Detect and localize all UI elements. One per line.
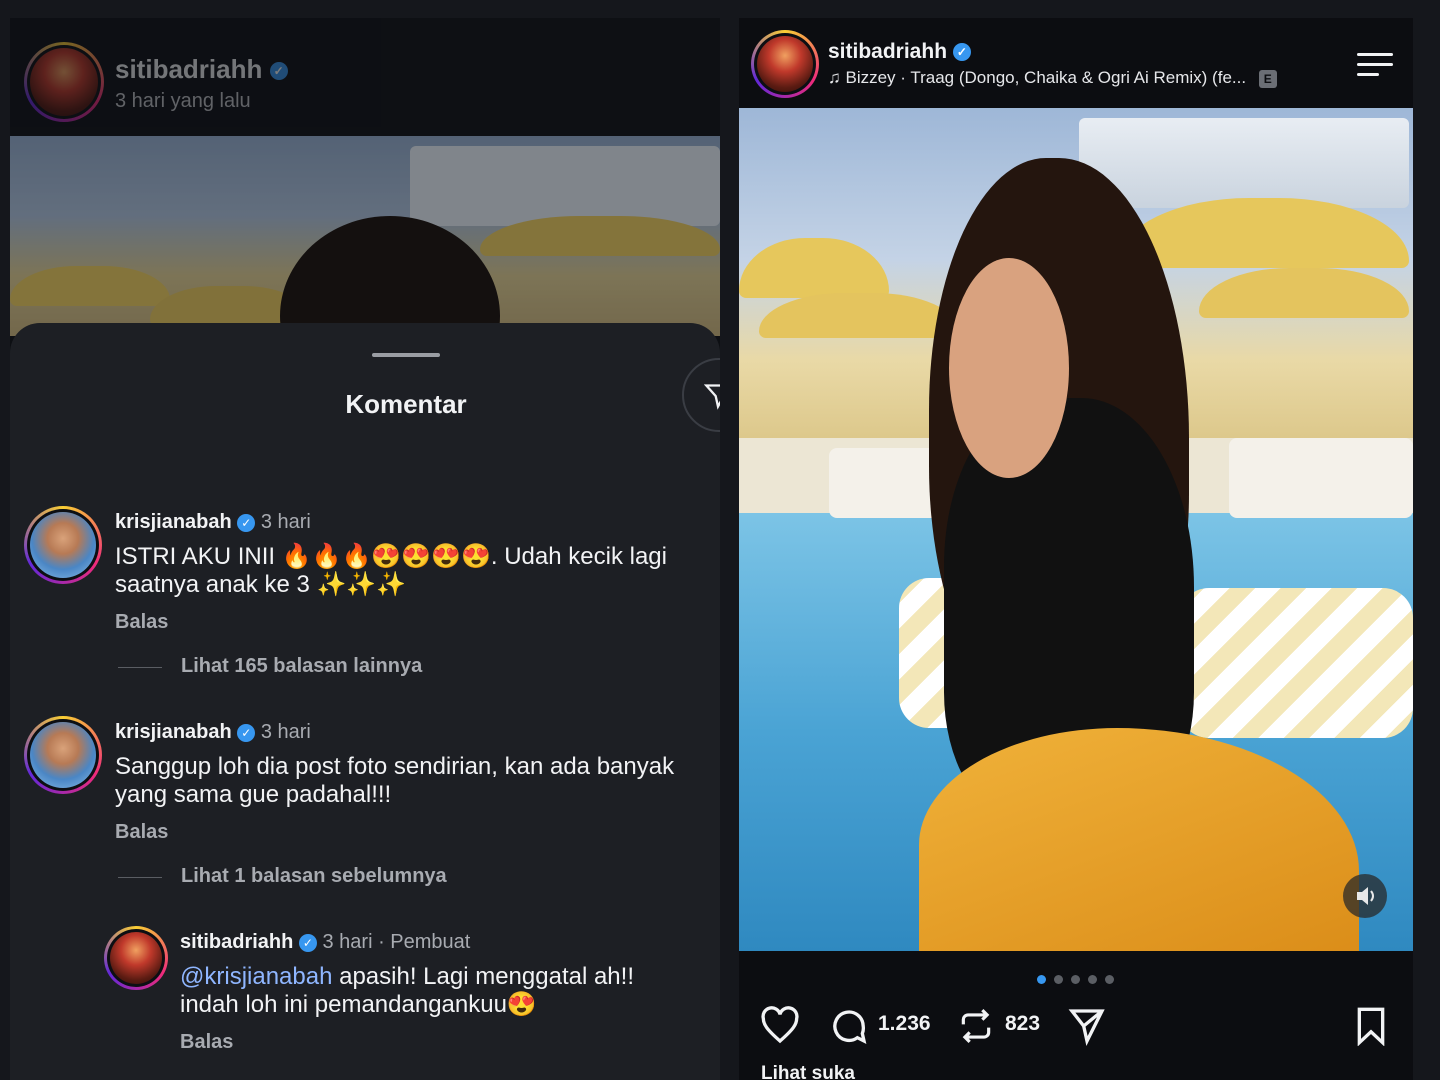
reply-time: 3 hari · Pembuat: [322, 931, 471, 953]
sheet-drag-handle[interactable]: [372, 353, 440, 357]
comments-sheet: Komentar krisjianabah ✓ 3 hari ISTRI AKU…: [10, 323, 720, 1080]
post-header-dimmed: sitibadriahh ✓ 3 hari yang lalu: [10, 18, 720, 136]
share-button[interactable]: [682, 358, 720, 432]
heart-icon[interactable]: [759, 1006, 801, 1046]
reply-button[interactable]: Balas: [115, 821, 168, 844]
verified-icon: ✓: [298, 933, 317, 952]
carousel-indicator: [1037, 971, 1122, 989]
comment-text: Sanggup loh dia post foto sendirian, kan…: [115, 753, 675, 808]
explicit-badge: E: [1258, 69, 1277, 88]
view-likes-link[interactable]: Lihat suka: [761, 1063, 855, 1080]
post-time: 3 hari yang lalu: [115, 90, 251, 112]
comment-icon[interactable]: [829, 1006, 869, 1046]
reply-text: @krisjianabah apasih! Lagi menggatal ah!…: [180, 963, 680, 1019]
carousel-dot: [1054, 975, 1063, 984]
send-icon: [704, 384, 720, 410]
verified-icon: ✓: [952, 43, 971, 62]
comments-panel: sitibadriahh ✓ 3 hari yang lalu Komentar…: [10, 18, 720, 1080]
post-photo[interactable]: [739, 108, 1413, 951]
commenter-avatar[interactable]: [24, 716, 102, 794]
sound-icon: [1357, 887, 1374, 905]
verified-icon: ✓: [237, 723, 256, 742]
reply-button[interactable]: Balas: [180, 1031, 233, 1054]
mention-link[interactable]: @krisjianabah: [180, 963, 332, 990]
post-header: sitibadriahh ✓ ♫ Bizzey · Traag (Dongo, …: [739, 18, 1413, 110]
commenter-username[interactable]: krisjianabah: [115, 511, 232, 533]
carousel-dot: [1071, 975, 1080, 984]
share-icon[interactable]: [1067, 1006, 1107, 1046]
verified-icon: ✓: [269, 62, 288, 81]
music-title: Bizzey · Traag (Dongo, Chaika & Ogri Ai …: [845, 68, 1247, 87]
post-author-username[interactable]: sitibadriahh: [828, 40, 947, 63]
post-author-username[interactable]: sitibadriahh: [115, 54, 262, 84]
post-actions: 1.236 823: [739, 1000, 1413, 1050]
post-photo-dimmed: [10, 136, 720, 336]
view-more-replies[interactable]: Lihat 165 balasan lainnya: [181, 655, 422, 678]
reply-button[interactable]: Balas: [115, 611, 168, 634]
carousel-dot: [1105, 975, 1114, 984]
comments-count[interactable]: 1.236: [878, 1012, 931, 1036]
post-author-avatar[interactable]: [24, 42, 104, 122]
sheet-title: Komentar: [345, 389, 467, 419]
comment-time: 3 hari: [260, 511, 311, 533]
view-previous-replies[interactable]: Lihat 1 balasan sebelumnya: [181, 865, 447, 888]
post-author-avatar[interactable]: [751, 30, 819, 98]
background-sign: [1079, 118, 1409, 208]
commenter-avatar[interactable]: [24, 506, 102, 584]
reposts-count[interactable]: 823: [1005, 1012, 1040, 1036]
reply-author-avatar[interactable]: [104, 926, 168, 990]
carousel-dot: [1037, 975, 1046, 984]
bookmark-icon[interactable]: [1351, 1006, 1391, 1046]
repost-icon[interactable]: [957, 1006, 995, 1046]
verified-icon: ✓: [237, 513, 256, 532]
comment-text: ISTRI AKU INII 🔥🔥🔥😍😍😍😍. Udah kecik lagi …: [115, 543, 667, 598]
post-panel: sitibadriahh ✓ ♫ Bizzey · Traag (Dongo, …: [739, 18, 1413, 1080]
comment-time: 3 hari: [260, 721, 311, 743]
menu-icon[interactable]: [1357, 53, 1395, 76]
music-icon: ♫: [828, 68, 841, 87]
carousel-dot: [1088, 975, 1097, 984]
reply-author-username[interactable]: sitibadriahh: [180, 931, 293, 953]
sound-toggle-button[interactable]: [1343, 874, 1387, 918]
commenter-username[interactable]: krisjianabah: [115, 721, 232, 743]
music-attribution[interactable]: ♫ Bizzey · Traag (Dongo, Chaika & Ogri A…: [828, 68, 1277, 88]
